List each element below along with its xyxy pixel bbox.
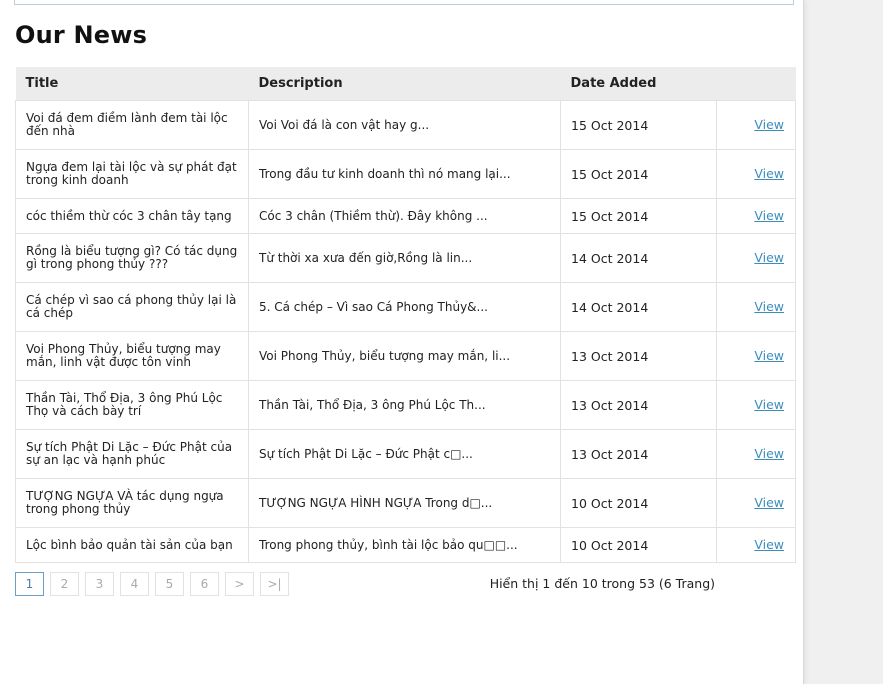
news-description: Voi Voi đá là con vật hay g... <box>248 100 561 150</box>
news-title: Voi đá đem điềm lành đem tài lộc đến nhà <box>15 100 249 150</box>
pagination: 1 2 3 4 5 6 > >| <box>15 572 289 596</box>
news-title: Ngựa đem lại tài lộc và sự phát đạt tron… <box>15 149 249 199</box>
table-row: Cá chép vì sao cá phong thủy lại là cá c… <box>15 282 796 332</box>
news-description: Cóc 3 chân (Thiềm thừ). Đây không ... <box>248 198 561 234</box>
page-button-2[interactable]: 2 <box>50 572 79 596</box>
news-date: 15 Oct 2014 <box>560 100 717 150</box>
view-link[interactable]: View <box>754 117 784 132</box>
page-button-4[interactable]: 4 <box>120 572 149 596</box>
news-title: Cá chép vì sao cá phong thủy lại là cá c… <box>15 282 249 332</box>
pagination-info: Hiển thị 1 đến 10 trong 53 (6 Trang) <box>489 576 715 591</box>
page-button-3[interactable]: 3 <box>85 572 114 596</box>
table-row: Ngựa đem lại tài lộc và sự phát đạt tron… <box>15 149 796 199</box>
news-description: Trong phong thủy, bình tài lộc bảo qu□□.… <box>248 527 561 563</box>
page-title: Our News <box>15 21 148 49</box>
table-row: cóc thiềm thừ cóc 3 chân tây tạng Cóc 3 … <box>15 198 796 234</box>
news-description: Trong đầu tư kinh doanh thì nó mang lại.… <box>248 149 561 199</box>
news-description: Voi Phong Thủy, biểu tượng may mắn, li..… <box>248 331 561 381</box>
header-date-added: Date Added <box>560 67 717 101</box>
table-row: Sự tích Phật Di Lặc – Đức Phật của sự an… <box>15 429 796 479</box>
page-button-1[interactable]: 1 <box>15 572 44 596</box>
table-row: Thần Tài, Thổ Địa, 3 ông Phú Lộc Thọ và … <box>15 380 796 430</box>
news-date: 15 Oct 2014 <box>560 149 717 199</box>
news-date: 13 Oct 2014 <box>560 380 717 430</box>
news-table: Title Description Date Added Voi đá đem … <box>15 67 796 563</box>
table-row: Voi Phong Thủy, biểu tượng may mắn, linh… <box>15 331 796 381</box>
news-title: Sự tích Phật Di Lặc – Đức Phật của sự an… <box>15 429 249 479</box>
content-panel: Our News Title Description Date Added Vo… <box>0 0 803 684</box>
news-title: Rồng là biểu tượng gì? Có tác dụng gì tr… <box>15 233 249 283</box>
top-box <box>14 0 794 5</box>
news-date: 13 Oct 2014 <box>560 331 717 381</box>
news-title: Voi Phong Thủy, biểu tượng may mắn, linh… <box>15 331 249 381</box>
news-date: 13 Oct 2014 <box>560 429 717 479</box>
table-row: TƯỢNG NGỰA VÀ tác dụng ngựa trong phong … <box>15 478 796 528</box>
view-link[interactable]: View <box>754 299 784 314</box>
table-row: Voi đá đem điềm lành đem tài lộc đến nhà… <box>15 100 796 150</box>
view-link[interactable]: View <box>754 348 784 363</box>
table-row: Rồng là biểu tượng gì? Có tác dụng gì tr… <box>15 233 796 283</box>
view-link[interactable]: View <box>754 166 784 181</box>
news-date: 14 Oct 2014 <box>560 233 717 283</box>
news-description: Từ thời xa xưa đến giờ,Rồng là lin... <box>248 233 561 283</box>
news-date: 14 Oct 2014 <box>560 282 717 332</box>
view-link[interactable]: View <box>754 537 784 552</box>
news-title: Thần Tài, Thổ Địa, 3 ông Phú Lộc Thọ và … <box>15 380 249 430</box>
view-link[interactable]: View <box>754 250 784 265</box>
next-page-button[interactable]: > <box>225 572 254 596</box>
news-date: 10 Oct 2014 <box>560 527 717 563</box>
view-link[interactable]: View <box>754 397 784 412</box>
table-header-row: Title Description Date Added <box>15 67 796 101</box>
news-date: 15 Oct 2014 <box>560 198 717 234</box>
news-description: TƯỢNG NGỰA HÌNH NGỰA Trong d□... <box>248 478 561 528</box>
news-title: Lộc bình bảo quản tài sản của bạn <box>15 527 249 563</box>
page-button-5[interactable]: 5 <box>155 572 184 596</box>
view-link[interactable]: View <box>754 495 784 510</box>
header-title: Title <box>15 67 249 101</box>
view-link[interactable]: View <box>754 446 784 461</box>
news-title: TƯỢNG NGỰA VÀ tác dụng ngựa trong phong … <box>15 478 249 528</box>
header-description: Description <box>248 67 561 101</box>
news-description: 5. Cá chép – Vì sao Cá Phong Thủy&... <box>248 282 561 332</box>
table-row: Lộc bình bảo quản tài sản của bạn Trong … <box>15 527 796 563</box>
view-link[interactable]: View <box>754 208 784 223</box>
news-description: Sự tích Phật Di Lặc – Đức Phật c□... <box>248 429 561 479</box>
last-page-button[interactable]: >| <box>260 572 289 596</box>
page-button-6[interactable]: 6 <box>190 572 219 596</box>
news-title: cóc thiềm thừ cóc 3 chân tây tạng <box>15 198 249 234</box>
news-date: 10 Oct 2014 <box>560 478 717 528</box>
news-description: Thần Tài, Thổ Địa, 3 ông Phú Lộc Th... <box>248 380 561 430</box>
header-action <box>716 67 796 101</box>
